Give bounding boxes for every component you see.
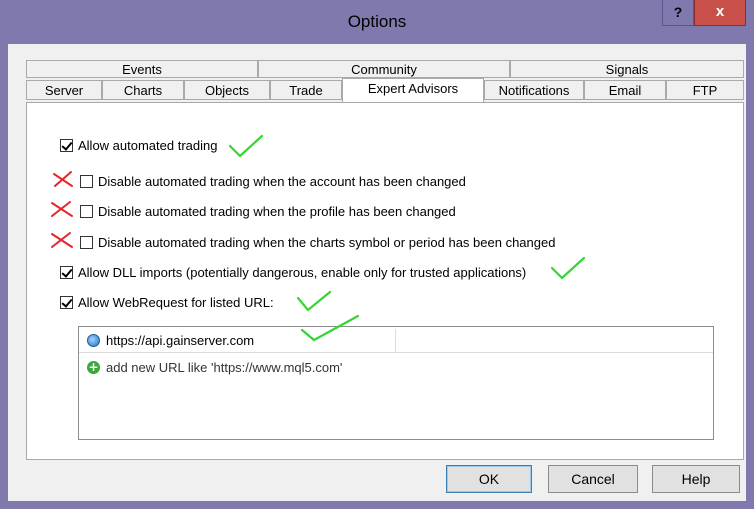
- tab-community[interactable]: Community: [258, 60, 510, 78]
- tab-expert-advisors[interactable]: Expert Advisors: [342, 78, 484, 102]
- add-icon: +: [87, 359, 100, 374]
- checkbox-disable-symbol-changed[interactable]: [80, 235, 93, 249]
- option-label: Disable automated trading when the profi…: [98, 203, 456, 219]
- option-label: Allow DLL imports (potentially dangerous…: [78, 264, 527, 280]
- title-help-button[interactable]: ?: [662, 0, 694, 26]
- globe-icon: [87, 334, 100, 347]
- help-button[interactable]: Help: [652, 465, 740, 493]
- checkbox-allow-webrequest[interactable]: [60, 295, 73, 309]
- option-allow-dll-imports[interactable]: Allow DLL imports (potentially dangerous…: [60, 263, 526, 281]
- red-x-annotation-icon: [51, 201, 73, 217]
- option-label: Allow automated trading: [78, 137, 218, 153]
- title-bar: Options ? x: [0, 0, 754, 44]
- tab-events[interactable]: Events: [26, 60, 258, 78]
- url-text: https://api.gainserver.com: [106, 333, 255, 348]
- tab-objects[interactable]: Objects: [184, 80, 270, 100]
- option-label: Disable automated trading when the chart…: [98, 234, 556, 250]
- option-disable-symbol-changed[interactable]: Disable automated trading when the chart…: [80, 233, 555, 251]
- tab-notifications[interactable]: Notifications: [484, 80, 584, 100]
- column-divider: [395, 329, 396, 353]
- checkbox-disable-account-changed[interactable]: [80, 174, 93, 188]
- cancel-button[interactable]: Cancel: [548, 465, 638, 493]
- window-title: Options: [347, 12, 407, 31]
- tab-email[interactable]: Email: [584, 80, 666, 100]
- option-label: Disable automated trading when the accou…: [98, 173, 466, 189]
- ok-button[interactable]: OK: [446, 465, 532, 493]
- tab-ftp[interactable]: FTP: [666, 80, 744, 100]
- title-close-button[interactable]: x: [694, 0, 746, 26]
- url-list-item[interactable]: https://api.gainserver.com: [79, 329, 713, 353]
- tab-charts[interactable]: Charts: [102, 80, 184, 100]
- option-allow-automated-trading[interactable]: Allow automated trading: [60, 136, 217, 154]
- add-url-placeholder: add new URL like 'https://www.mql5.com': [106, 359, 343, 375]
- tab-server[interactable]: Server: [26, 80, 102, 100]
- tab-signals[interactable]: Signals: [510, 60, 744, 78]
- green-check-annotation-icon: [300, 314, 360, 342]
- checkbox-allow-dll-imports[interactable]: [60, 265, 73, 279]
- add-url-row[interactable]: + add new URL like 'https://www.mql5.com…: [79, 355, 713, 379]
- option-allow-webrequest[interactable]: Allow WebRequest for listed URL:: [60, 293, 274, 311]
- green-check-annotation-icon: [296, 290, 332, 312]
- green-check-annotation-icon: [550, 256, 586, 280]
- checkbox-allow-automated-trading[interactable]: [60, 138, 73, 152]
- option-disable-profile-changed[interactable]: Disable automated trading when the profi…: [80, 202, 456, 220]
- tab-trade[interactable]: Trade: [270, 80, 342, 100]
- red-x-annotation-icon: [53, 171, 73, 187]
- red-x-annotation-icon: [51, 232, 73, 248]
- green-check-annotation-icon: [228, 134, 264, 158]
- options-window: Options ? x Events Community Signals Ser…: [0, 0, 754, 509]
- checkbox-disable-profile-changed[interactable]: [80, 204, 93, 218]
- url-list[interactable]: https://api.gainserver.com + add new URL…: [78, 326, 714, 440]
- option-label: Allow WebRequest for listed URL:: [78, 294, 274, 310]
- option-disable-account-changed[interactable]: Disable automated trading when the accou…: [80, 172, 466, 190]
